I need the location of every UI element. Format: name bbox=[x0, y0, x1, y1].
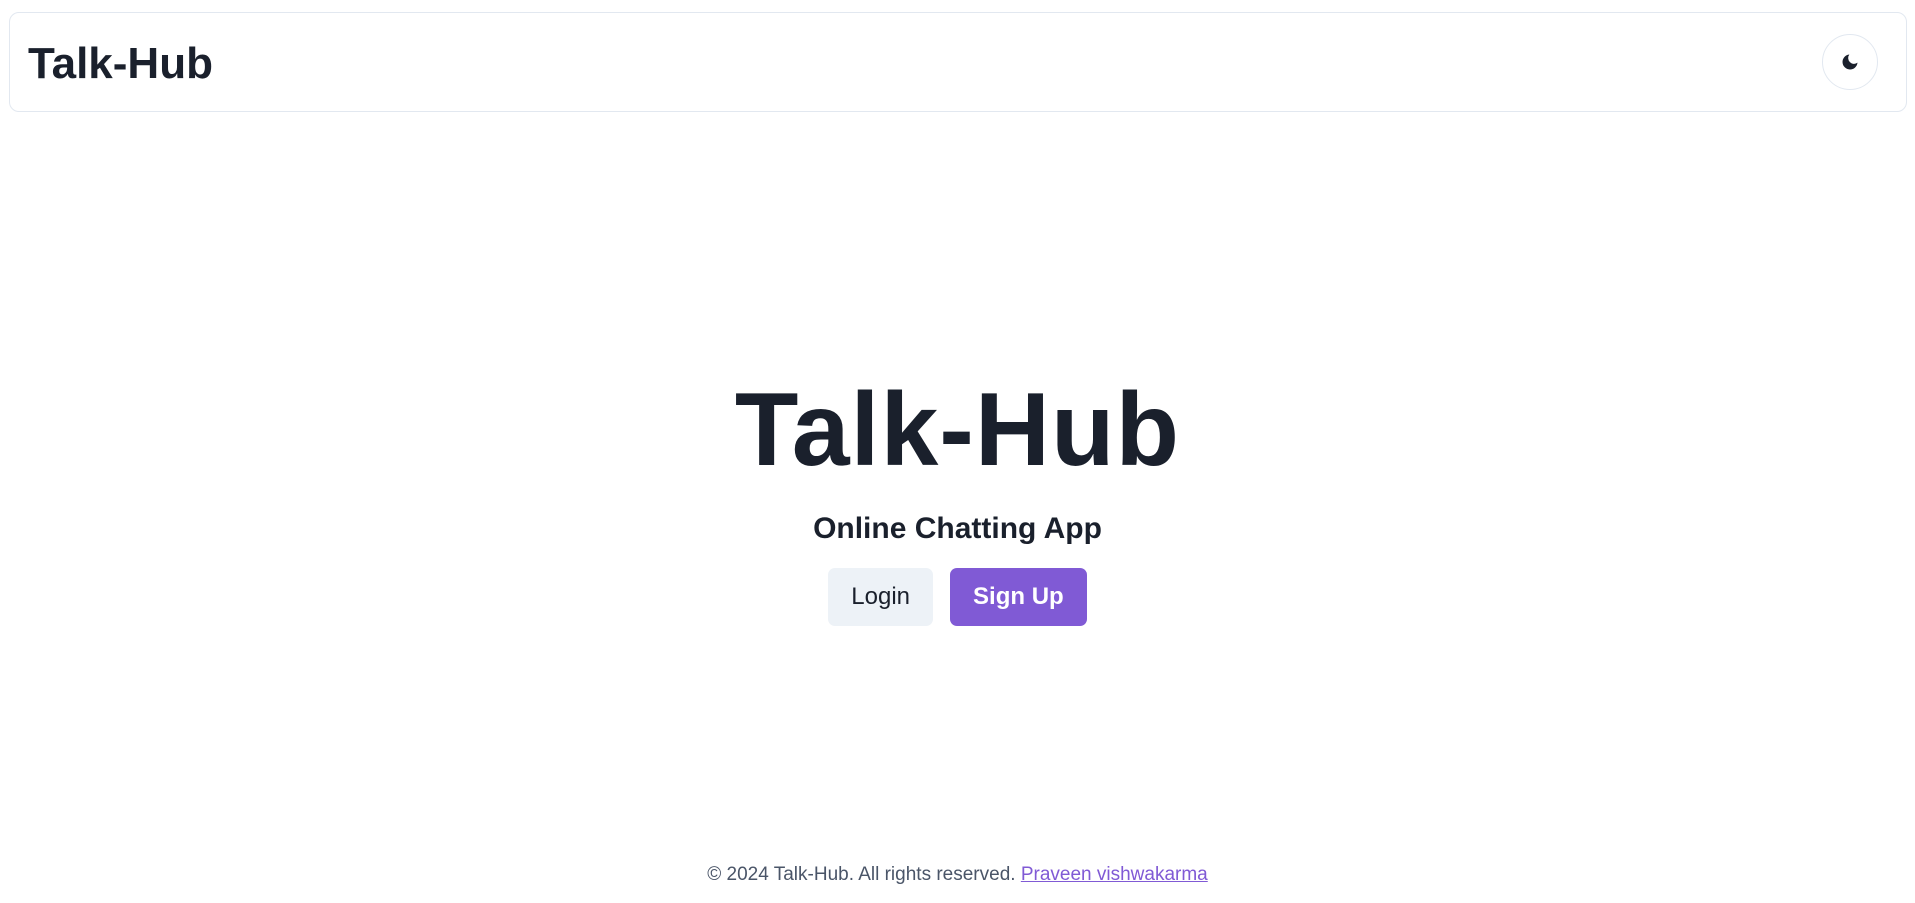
theme-toggle-button[interactable] bbox=[1822, 34, 1878, 90]
login-button[interactable]: Login bbox=[828, 568, 934, 626]
hero-section: Talk-Hub Online Chatting App Login Sign … bbox=[0, 360, 1915, 626]
footer: © 2024 Talk-Hub. All rights reserved. Pr… bbox=[0, 864, 1915, 886]
hero-subtitle: Online Chatting App bbox=[813, 512, 1102, 545]
navbar: Talk-Hub bbox=[9, 12, 1907, 112]
hero-buttons: Login Sign Up bbox=[0, 568, 1915, 626]
moon-icon bbox=[1840, 52, 1860, 72]
nav-title: Talk-Hub bbox=[28, 39, 213, 88]
footer-copyright: © 2024 Talk-Hub. All rights reserved. bbox=[707, 864, 1016, 885]
sign-up-button[interactable]: Sign Up bbox=[950, 568, 1087, 626]
hero-title: Talk-Hub bbox=[734, 372, 1181, 488]
author-link[interactable]: Praveen vishwakarma bbox=[1021, 864, 1208, 885]
